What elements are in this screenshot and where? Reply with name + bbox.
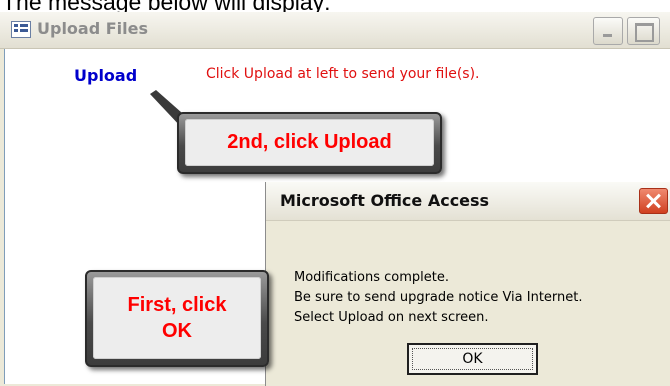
maximize-icon xyxy=(635,23,654,42)
upload-callout: 2nd, click Upload xyxy=(177,112,442,174)
ok-callout-line2: OK xyxy=(162,320,192,342)
dialog-message-line: Select Upload on next screen. xyxy=(294,310,489,325)
ok-callout-text: First, click OK xyxy=(128,292,227,344)
upload-callout-text: 2nd, click Upload xyxy=(227,131,392,153)
upload-instruction: Click Upload at left to send your file(s… xyxy=(206,66,480,82)
dialog-title-bar[interactable]: Microsoft Office Access xyxy=(266,182,670,221)
ok-button-label: OK xyxy=(462,351,483,367)
dialog-message-line: Modifications complete. xyxy=(294,270,449,285)
minimize-icon xyxy=(603,34,612,37)
minimize-button[interactable] xyxy=(593,17,623,45)
ok-callout-line1: First, click xyxy=(127,294,227,316)
ok-callout: First, click OK xyxy=(85,270,269,367)
window-title-bar[interactable]: Upload Files xyxy=(0,12,670,49)
maximize-button[interactable] xyxy=(627,17,660,45)
dialog-title: Microsoft Office Access xyxy=(280,191,490,210)
upload-link[interactable]: Upload xyxy=(74,66,137,85)
window-title: Upload Files xyxy=(37,19,149,38)
dialog-close-button[interactable] xyxy=(639,188,668,214)
ok-button[interactable]: OK xyxy=(407,343,538,375)
form-icon xyxy=(11,21,31,38)
dialog-message-line: Be sure to send upgrade notice Via Inter… xyxy=(294,290,583,305)
